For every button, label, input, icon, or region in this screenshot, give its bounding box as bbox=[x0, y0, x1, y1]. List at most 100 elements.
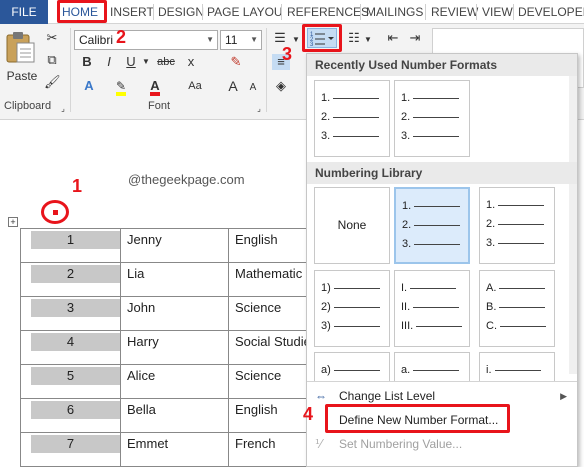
font-color-button[interactable]: A bbox=[146, 78, 164, 96]
decrease-indent-icon[interactable]: ⇤ bbox=[384, 30, 402, 46]
table-cell-name[interactable]: Jenny bbox=[120, 228, 229, 263]
paste-button[interactable]: Paste bbox=[4, 30, 40, 86]
tab-review[interactable]: REVIEW bbox=[431, 0, 478, 24]
table-row: 4 Harry Social Studie bbox=[20, 330, 319, 365]
table-row: 5 Alice Science bbox=[20, 364, 319, 399]
format-painter-icon[interactable]: 🖌 bbox=[44, 74, 61, 90]
table-cell-name[interactable]: Bella bbox=[120, 398, 229, 433]
table-cell-number[interactable]: 7 bbox=[20, 432, 121, 467]
table-cell-subject[interactable]: English bbox=[228, 228, 319, 263]
font-group-label: Font bbox=[148, 100, 171, 112]
italic-button[interactable]: I bbox=[102, 54, 116, 70]
table-cell-number[interactable]: 1 bbox=[20, 228, 121, 263]
font-size-combo[interactable]: 11 ▼ bbox=[220, 30, 262, 50]
library-format-tile-6[interactable]: a) bbox=[314, 352, 390, 382]
tab-file[interactable]: FILE bbox=[0, 0, 48, 24]
tab-developer[interactable]: DEVELOPER bbox=[518, 0, 584, 24]
step-3-label: 3 bbox=[282, 44, 293, 64]
library-format-tile-2[interactable]: 1. 2. 3. bbox=[479, 187, 555, 264]
copy-icon[interactable]: ⧉ bbox=[44, 52, 60, 68]
table-cell-number[interactable]: 4 bbox=[20, 330, 121, 365]
table-cell-number[interactable]: 3 bbox=[20, 296, 121, 331]
chevron-down-icon[interactable]: ▼ bbox=[364, 32, 372, 48]
tab-page-layout[interactable]: PAGE LAYOU bbox=[207, 0, 283, 24]
multilevel-list-icon[interactable]: ☷ bbox=[346, 30, 362, 46]
define-new-highlight bbox=[325, 404, 510, 433]
table-cell-name[interactable]: John bbox=[120, 296, 229, 331]
recent-format-tile-1[interactable]: 1. 2. 3. bbox=[314, 80, 390, 157]
cut-icon[interactable]: ✂ bbox=[44, 30, 60, 46]
font-size-value: 11 bbox=[225, 33, 238, 47]
paste-label: Paste bbox=[6, 69, 38, 83]
table-cell-number[interactable]: 5 bbox=[20, 364, 121, 399]
table-cell-name[interactable]: Alice bbox=[120, 364, 229, 399]
clipboard-group-label: Clipboard bbox=[4, 100, 52, 112]
clipboard-icon bbox=[6, 32, 35, 63]
menu-divider bbox=[307, 381, 577, 382]
word-window: FILE HOME INSERT DESIGN PAGE LAYOU REFER… bbox=[0, 0, 584, 467]
shading-icon[interactable]: ◈ bbox=[272, 78, 290, 94]
tab-mailings[interactable]: MAILINGS bbox=[366, 0, 423, 24]
bold-button[interactable]: B bbox=[80, 54, 94, 70]
chevron-down-icon: ▼ bbox=[206, 35, 214, 44]
table-cell-subject[interactable]: Science bbox=[228, 296, 319, 331]
chevron-down-icon[interactable]: ▼ bbox=[142, 54, 150, 70]
strikethrough-button[interactable]: abc bbox=[154, 54, 178, 70]
table-cell-number[interactable]: 6 bbox=[20, 398, 121, 433]
table-cell-name[interactable]: Lia bbox=[120, 262, 229, 297]
clipboard-launcher-icon[interactable]: ⌟ bbox=[58, 101, 68, 117]
numbering-value-icon: ⅟ bbox=[315, 437, 322, 451]
library-format-tile-4[interactable]: I. II. III. bbox=[394, 270, 470, 347]
font-name-value: Calibri bbox=[79, 33, 114, 47]
text-effects-button[interactable]: A bbox=[80, 78, 98, 94]
home-tab-highlight bbox=[57, 0, 107, 23]
shrink-font-button[interactable]: A bbox=[246, 80, 260, 96]
table-cell-name[interactable]: Harry bbox=[120, 330, 229, 365]
underline-button[interactable]: U bbox=[124, 54, 138, 70]
change-case-button[interactable]: Aa bbox=[186, 78, 204, 94]
text-effects-letter: A bbox=[84, 78, 94, 93]
submenu-arrow-icon: ▶ bbox=[560, 391, 567, 401]
dropdown-scrollbar[interactable] bbox=[569, 54, 577, 374]
subscript-button[interactable]: x bbox=[184, 54, 198, 70]
increase-indent-icon[interactable]: ⇥ bbox=[406, 30, 424, 46]
table-move-handle-icon[interactable]: + bbox=[8, 217, 18, 227]
table-cell-subject[interactable]: Social Studie bbox=[228, 330, 319, 365]
tab-insert[interactable]: INSERT bbox=[110, 0, 154, 24]
step-1-label: 1 bbox=[72, 176, 83, 196]
cursor-marker bbox=[53, 210, 58, 215]
font-color-letter: A bbox=[150, 79, 160, 96]
library-format-tile-7[interactable]: a. bbox=[394, 352, 470, 382]
tab-references[interactable]: REFERENCES bbox=[287, 0, 369, 24]
table-cell-subject[interactable]: French bbox=[228, 432, 319, 467]
library-format-tile-3[interactable]: 1) 2) 3) bbox=[314, 270, 390, 347]
table-row: 6 Bella English bbox=[20, 398, 319, 433]
watermark: @thegeekpage.com bbox=[128, 172, 245, 187]
tab-design[interactable]: DESIGN bbox=[158, 0, 204, 24]
recent-format-tile-2[interactable]: 1. 2. 3. bbox=[394, 80, 470, 157]
numbering-library-header: Numbering Library bbox=[307, 162, 577, 184]
student-table: 1 Jenny English 2 Lia Mathematic 3 John … bbox=[20, 228, 319, 467]
table-cell-subject[interactable]: Mathematic bbox=[228, 262, 319, 297]
table-row: 3 John Science bbox=[20, 296, 319, 331]
chevron-down-icon: ▼ bbox=[250, 35, 258, 44]
clear-formatting-icon[interactable]: ✎ bbox=[228, 54, 244, 70]
font-launcher-icon[interactable]: ⌟ bbox=[254, 101, 264, 117]
library-format-tile-8[interactable]: i. bbox=[479, 352, 555, 382]
highlighter-icon: ✎ bbox=[115, 80, 127, 96]
table-row: 2 Lia Mathematic bbox=[20, 262, 319, 297]
grow-font-button[interactable]: A bbox=[224, 78, 242, 94]
library-format-tile-1[interactable]: 1. 2. 3. bbox=[394, 187, 470, 264]
highlight-color-button[interactable]: ✎ bbox=[110, 78, 132, 96]
font-name-combo[interactable]: Calibri ▼ bbox=[74, 30, 218, 50]
table-cell-number[interactable]: 2 bbox=[20, 262, 121, 297]
table-cell-name[interactable]: Emmet bbox=[120, 432, 229, 467]
tab-view[interactable]: VIEW bbox=[482, 0, 513, 24]
chevron-down-icon[interactable]: ▼ bbox=[292, 32, 300, 48]
library-format-none[interactable]: None bbox=[314, 187, 390, 264]
table-row: 1 Jenny English bbox=[20, 228, 319, 263]
numbering-highlight bbox=[302, 24, 342, 52]
table-cell-subject[interactable]: Science bbox=[228, 364, 319, 399]
step-2-label: 2 bbox=[116, 27, 127, 47]
library-format-tile-5[interactable]: A. B. C. bbox=[479, 270, 555, 347]
